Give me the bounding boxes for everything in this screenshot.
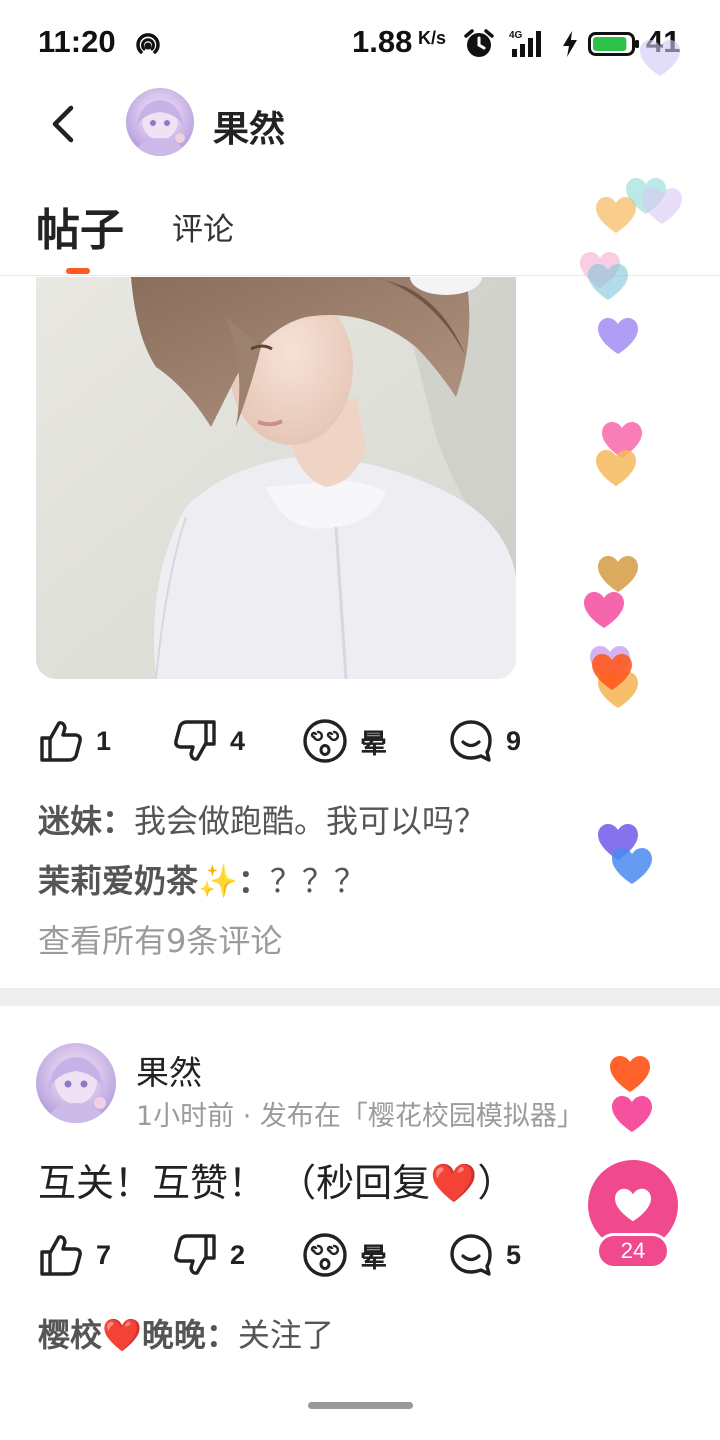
thumbs-down-icon bbox=[174, 1234, 216, 1275]
battery-icon bbox=[588, 32, 639, 56]
heart-icon bbox=[584, 592, 624, 628]
heart-icon bbox=[592, 654, 632, 690]
comment-author[interactable]: 茉莉爱奶茶✨： bbox=[38, 862, 270, 900]
tab-active-indicator bbox=[66, 268, 90, 274]
comment-text: 我会做跑酷。我可以吗？ bbox=[134, 802, 487, 840]
comment-author[interactable]: 迷妹： bbox=[38, 802, 134, 840]
comment-count: 5 bbox=[506, 1239, 522, 1270]
like-action[interactable]: 7 bbox=[38, 1230, 111, 1280]
alarm-clock-icon bbox=[464, 29, 494, 57]
chevron-left-icon[interactable] bbox=[44, 102, 84, 146]
hotspot-icon bbox=[136, 33, 160, 54]
like-count: 7 bbox=[96, 1239, 112, 1270]
heart-icon bbox=[598, 672, 638, 708]
view-all-comments-link[interactable]: 查看所有9条评论 bbox=[38, 916, 282, 962]
floating-like-count: 24 bbox=[596, 1233, 670, 1269]
dislike-action[interactable]: 2 bbox=[172, 1230, 245, 1280]
comment-count: 9 bbox=[506, 725, 522, 756]
post-actions: 7 2 晕 5 bbox=[0, 1230, 560, 1280]
tab-comments[interactable]: 评论 bbox=[172, 204, 234, 249]
comment-action[interactable]: 9 bbox=[448, 716, 521, 766]
thumbs-up-icon bbox=[40, 1235, 82, 1276]
post-image[interactable] bbox=[36, 277, 516, 679]
post-author-name[interactable]: 果然 bbox=[136, 1046, 202, 1094]
status-net-speed-unit: K/s bbox=[418, 28, 447, 48]
floating-hearts-decoration bbox=[580, 40, 682, 1132]
svg-text:4G: 4G bbox=[509, 30, 523, 41]
dizzy-action[interactable]: 晕 bbox=[302, 716, 387, 766]
speech-bubble-icon bbox=[450, 1234, 492, 1276]
status-bar: 11:20 1.88 K/s 4G 41 bbox=[0, 0, 720, 88]
post-actions: 1 4 晕 9 bbox=[0, 716, 560, 766]
comment-text: 关注了 bbox=[237, 1316, 334, 1354]
dizzy-face-icon bbox=[303, 1233, 347, 1277]
charging-bolt-icon bbox=[563, 31, 577, 57]
dislike-action[interactable]: 4 bbox=[172, 716, 245, 766]
status-net-speed: 1.88 bbox=[352, 24, 413, 59]
profile-name: 果然 bbox=[213, 109, 286, 150]
profile-header: 果然 bbox=[0, 88, 720, 160]
dislike-count: 4 bbox=[230, 725, 246, 756]
tab-posts[interactable]: 帖子 bbox=[36, 194, 124, 258]
dizzy-action[interactable]: 晕 bbox=[302, 1230, 387, 1280]
tab-bar: 帖子 评论 bbox=[0, 180, 720, 276]
avatar[interactable] bbox=[126, 88, 194, 156]
heart-icon bbox=[598, 318, 638, 354]
dislike-count: 2 bbox=[230, 1239, 246, 1270]
cell-signal-icon: 4G bbox=[509, 30, 541, 57]
heart-icon bbox=[612, 1096, 652, 1132]
comment-item[interactable]: 迷妹：我会做跑酷。我可以吗？ bbox=[38, 796, 486, 842]
dizzy-face-icon bbox=[303, 719, 347, 763]
section-divider bbox=[0, 988, 720, 1006]
thumbs-down-icon bbox=[174, 720, 216, 761]
comment-item[interactable]: 茉莉爱奶茶✨：？？？ bbox=[38, 856, 366, 902]
avatar[interactable] bbox=[36, 1043, 116, 1123]
speech-bubble-icon bbox=[450, 720, 492, 762]
heart-icon bbox=[598, 556, 638, 592]
like-action[interactable]: 1 bbox=[38, 716, 111, 766]
comment-text: ？？？ bbox=[269, 862, 366, 900]
like-count: 1 bbox=[96, 725, 112, 756]
comment-item[interactable]: 樱校❤️晚晚：关注了 bbox=[38, 1310, 334, 1356]
dizzy-label: 晕 bbox=[360, 728, 387, 759]
heart-icon bbox=[598, 824, 638, 860]
heart-icon bbox=[610, 1056, 650, 1092]
post-text[interactable]: 互关！互赞！ （秒回复❤️） bbox=[38, 1152, 515, 1207]
status-time: 11:20 bbox=[38, 24, 116, 59]
heart-icon bbox=[596, 450, 636, 486]
heart-icon bbox=[615, 1188, 651, 1222]
post-meta: 1小时前 · 发布在「樱花校园模拟器」 bbox=[136, 1101, 584, 1132]
dizzy-label: 晕 bbox=[360, 1242, 387, 1273]
heart-icon bbox=[612, 848, 652, 884]
comment-action[interactable]: 5 bbox=[448, 1230, 521, 1280]
status-battery-percent: 41 bbox=[646, 24, 681, 59]
thumbs-up-icon bbox=[40, 721, 82, 762]
comment-author[interactable]: 樱校❤️晚晚： bbox=[38, 1316, 238, 1354]
home-indicator[interactable] bbox=[308, 1402, 413, 1409]
heart-icon bbox=[590, 646, 630, 682]
heart-icon bbox=[602, 422, 642, 458]
